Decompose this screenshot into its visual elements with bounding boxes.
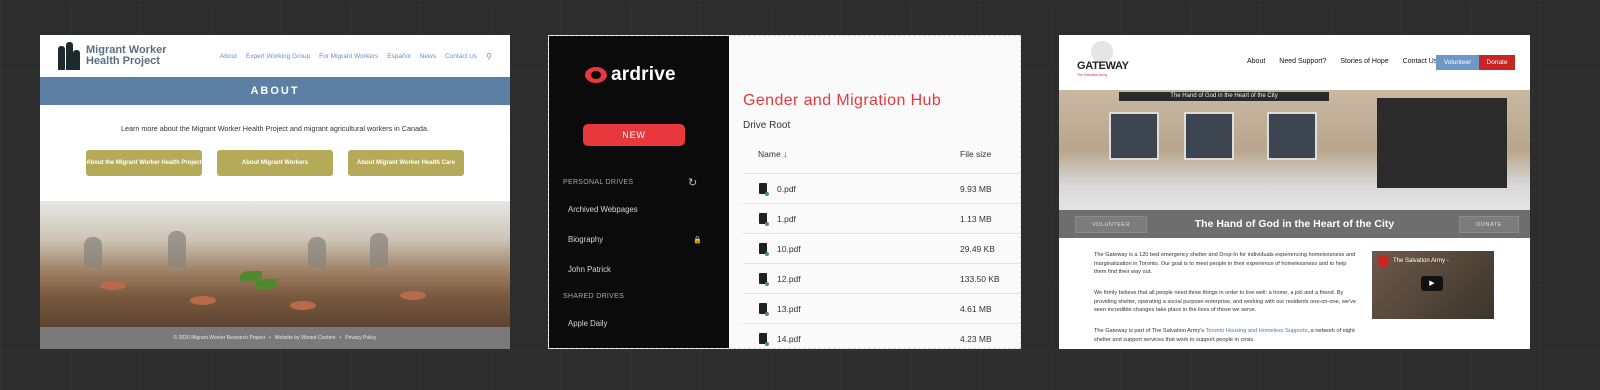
network-paragraph: The Gateway is part of The Salvation Arm… xyxy=(1094,327,1356,344)
video-embed[interactable]: The Salvation Army - ▶ xyxy=(1372,251,1494,319)
column-header-name[interactable]: Name ↓ xyxy=(758,149,787,159)
nav-for-migrant-workers[interactable]: For Migrant Workers xyxy=(319,53,378,60)
drive-item-biography[interactable]: Biography xyxy=(568,235,603,244)
nav-about[interactable]: About xyxy=(1247,58,1265,65)
beliefs-paragraph: We firmly believe that all people need t… xyxy=(1094,290,1356,314)
about-migrant-workers-button[interactable]: About Migrant Workers xyxy=(217,150,333,176)
column-header-name-label: Name xyxy=(758,149,781,159)
intro-paragraph: The Gateway is a 120 bed emergency shelt… xyxy=(1094,252,1356,276)
main-nav: About Need Support? Stories of Hope Cont… xyxy=(1247,58,1437,65)
ardrive-sidebar: ardrive NEW PERSONAL DRIVES ↻ Archived W… xyxy=(549,36,729,348)
file-row[interactable]: 1.pdf 1.13 MB xyxy=(743,203,1020,233)
about-project-button[interactable]: About the Migrant Worker Health Project xyxy=(86,150,202,176)
ardrive-logo-text: ardrive xyxy=(611,64,676,85)
salvation-army-logo-icon xyxy=(1377,255,1389,267)
file-row[interactable]: 13.pdf 4.61 MB xyxy=(743,293,1020,323)
building-photo: The Hand of God in the Heart of the City xyxy=(1059,90,1530,210)
sort-arrow-icon: ↓ xyxy=(783,149,788,159)
footer-copyright: © 2020 Migrant Worker Research Project xyxy=(173,335,266,341)
file-name: 1.pdf xyxy=(777,214,796,224)
nav-need-support[interactable]: Need Support? xyxy=(1279,58,1326,65)
lock-icon: 🔒 xyxy=(693,237,702,244)
page-title-band: ABOUT xyxy=(40,77,510,105)
pdf-file-icon xyxy=(759,183,769,196)
video-title: The Salvation Army - xyxy=(1393,258,1449,264)
personal-drives-label: PERSONAL DRIVES xyxy=(563,179,634,186)
nav-expert-working-group[interactable]: Expert Working Group xyxy=(246,53,310,60)
nav-news[interactable]: News xyxy=(420,53,436,60)
ardrive-app-screenshot: ardrive NEW PERSONAL DRIVES ↻ Archived W… xyxy=(548,35,1021,349)
file-size: 29.49 KB xyxy=(960,244,995,254)
nav-contact-us[interactable]: Contact Us xyxy=(445,53,477,60)
logo-text: Migrant Worker Health Project xyxy=(86,44,167,67)
gateway-logo[interactable]: GATEWAY xyxy=(1077,60,1129,72)
drive-item-archived-webpages[interactable]: Archived Webpages xyxy=(568,205,638,214)
drive-item-apple-daily[interactable]: Apple Daily xyxy=(568,319,607,328)
shared-drives-label: SHARED DRIVES xyxy=(563,293,625,300)
footer-website-by[interactable]: Website by Vibrant Content xyxy=(275,335,336,341)
building-sign: The Hand of God in the Heart of the City xyxy=(1119,92,1329,101)
site-footer: © 2020 Migrant Worker Research Project •… xyxy=(40,327,510,349)
main-nav: About Expert Working Group For Migrant W… xyxy=(220,52,492,61)
donate-button[interactable]: Donate xyxy=(1479,55,1515,70)
footer-sep: • xyxy=(269,335,271,341)
file-size: 1.13 MB xyxy=(960,214,992,224)
file-size: 133.50 KB xyxy=(960,274,1000,284)
search-icon[interactable]: ⚲ xyxy=(486,52,492,61)
migrant-worker-site-screenshot: Migrant Worker Health Project About Expe… xyxy=(40,35,510,349)
volunteer-button[interactable]: Volunteer xyxy=(1436,55,1479,70)
logo-figures-icon xyxy=(58,42,80,70)
breadcrumb[interactable]: Drive Root xyxy=(743,120,790,131)
file-name: 10.pdf xyxy=(777,244,801,254)
file-row[interactable]: 12.pdf 133.50 KB xyxy=(743,263,1020,293)
new-button[interactable]: NEW xyxy=(583,124,685,146)
file-name: 14.pdf xyxy=(777,334,801,344)
site-logo[interactable]: Migrant Worker Health Project xyxy=(58,42,176,70)
drive-item-john-patrick[interactable]: John Patrick xyxy=(568,265,611,274)
nav-stories-of-hope[interactable]: Stories of Hope xyxy=(1340,58,1388,65)
about-health-care-button[interactable]: About Migrant Worker Health Care xyxy=(348,150,464,176)
nav-contact-us[interactable]: Contact Us xyxy=(1403,58,1438,65)
housing-supports-link[interactable]: Toronto Housing and Homeless Supports xyxy=(1206,328,1308,334)
pdf-file-icon xyxy=(759,333,769,346)
site-header: GATEWAY The Salvation Army About Need Su… xyxy=(1059,35,1530,90)
logo-subtitle: The Salvation Army xyxy=(1077,73,1108,77)
drive-explorer: Gender and Migration Hub Drive Root Name… xyxy=(729,36,1020,348)
pdf-file-icon xyxy=(759,213,769,226)
file-name: 12.pdf xyxy=(777,274,801,284)
pdf-file-icon xyxy=(759,303,769,316)
file-size: 4.23 MB xyxy=(960,334,992,344)
file-size: 4.61 MB xyxy=(960,304,992,314)
play-icon[interactable]: ▶ xyxy=(1421,276,1443,291)
drive-title: Gender and Migration Hub xyxy=(743,92,942,109)
nav-espanol[interactable]: Español xyxy=(387,53,411,60)
pdf-file-icon xyxy=(759,273,769,286)
ardrive-logo[interactable]: ardrive xyxy=(585,64,676,86)
file-name: 0.pdf xyxy=(777,184,796,194)
intro-text: Learn more about the Migrant Worker Heal… xyxy=(121,124,429,133)
column-header-file-size[interactable]: File size xyxy=(960,149,991,159)
gateway-site-screenshot: GATEWAY The Salvation Army About Need Su… xyxy=(1059,35,1530,349)
hero-banner: VOLUNTEER The Hand of God in the Heart o… xyxy=(1059,210,1530,238)
nav-about[interactable]: About xyxy=(220,53,237,60)
refresh-icon[interactable]: ↻ xyxy=(688,176,697,189)
file-row[interactable]: 14.pdf 4.23 MB xyxy=(743,323,1020,348)
field-workers-photo xyxy=(40,201,510,327)
file-name: 13.pdf xyxy=(777,304,801,314)
footer-privacy-policy[interactable]: Privacy Policy xyxy=(345,335,376,341)
file-row[interactable]: 10.pdf 29.49 KB xyxy=(743,233,1020,263)
network-text-start: The Gateway is part of The Salvation Arm… xyxy=(1094,328,1206,334)
site-header: Migrant Worker Health Project About Expe… xyxy=(40,35,510,77)
pdf-file-icon xyxy=(759,243,769,256)
ardrive-logo-icon xyxy=(585,67,607,83)
footer-sep: • xyxy=(339,335,342,341)
about-buttons: About the Migrant Worker Health Project … xyxy=(40,150,510,176)
file-row[interactable]: 0.pdf 9.93 MB xyxy=(743,173,1020,203)
banner-donate-button[interactable]: DONATE xyxy=(1459,216,1519,233)
file-size: 9.93 MB xyxy=(960,184,992,194)
